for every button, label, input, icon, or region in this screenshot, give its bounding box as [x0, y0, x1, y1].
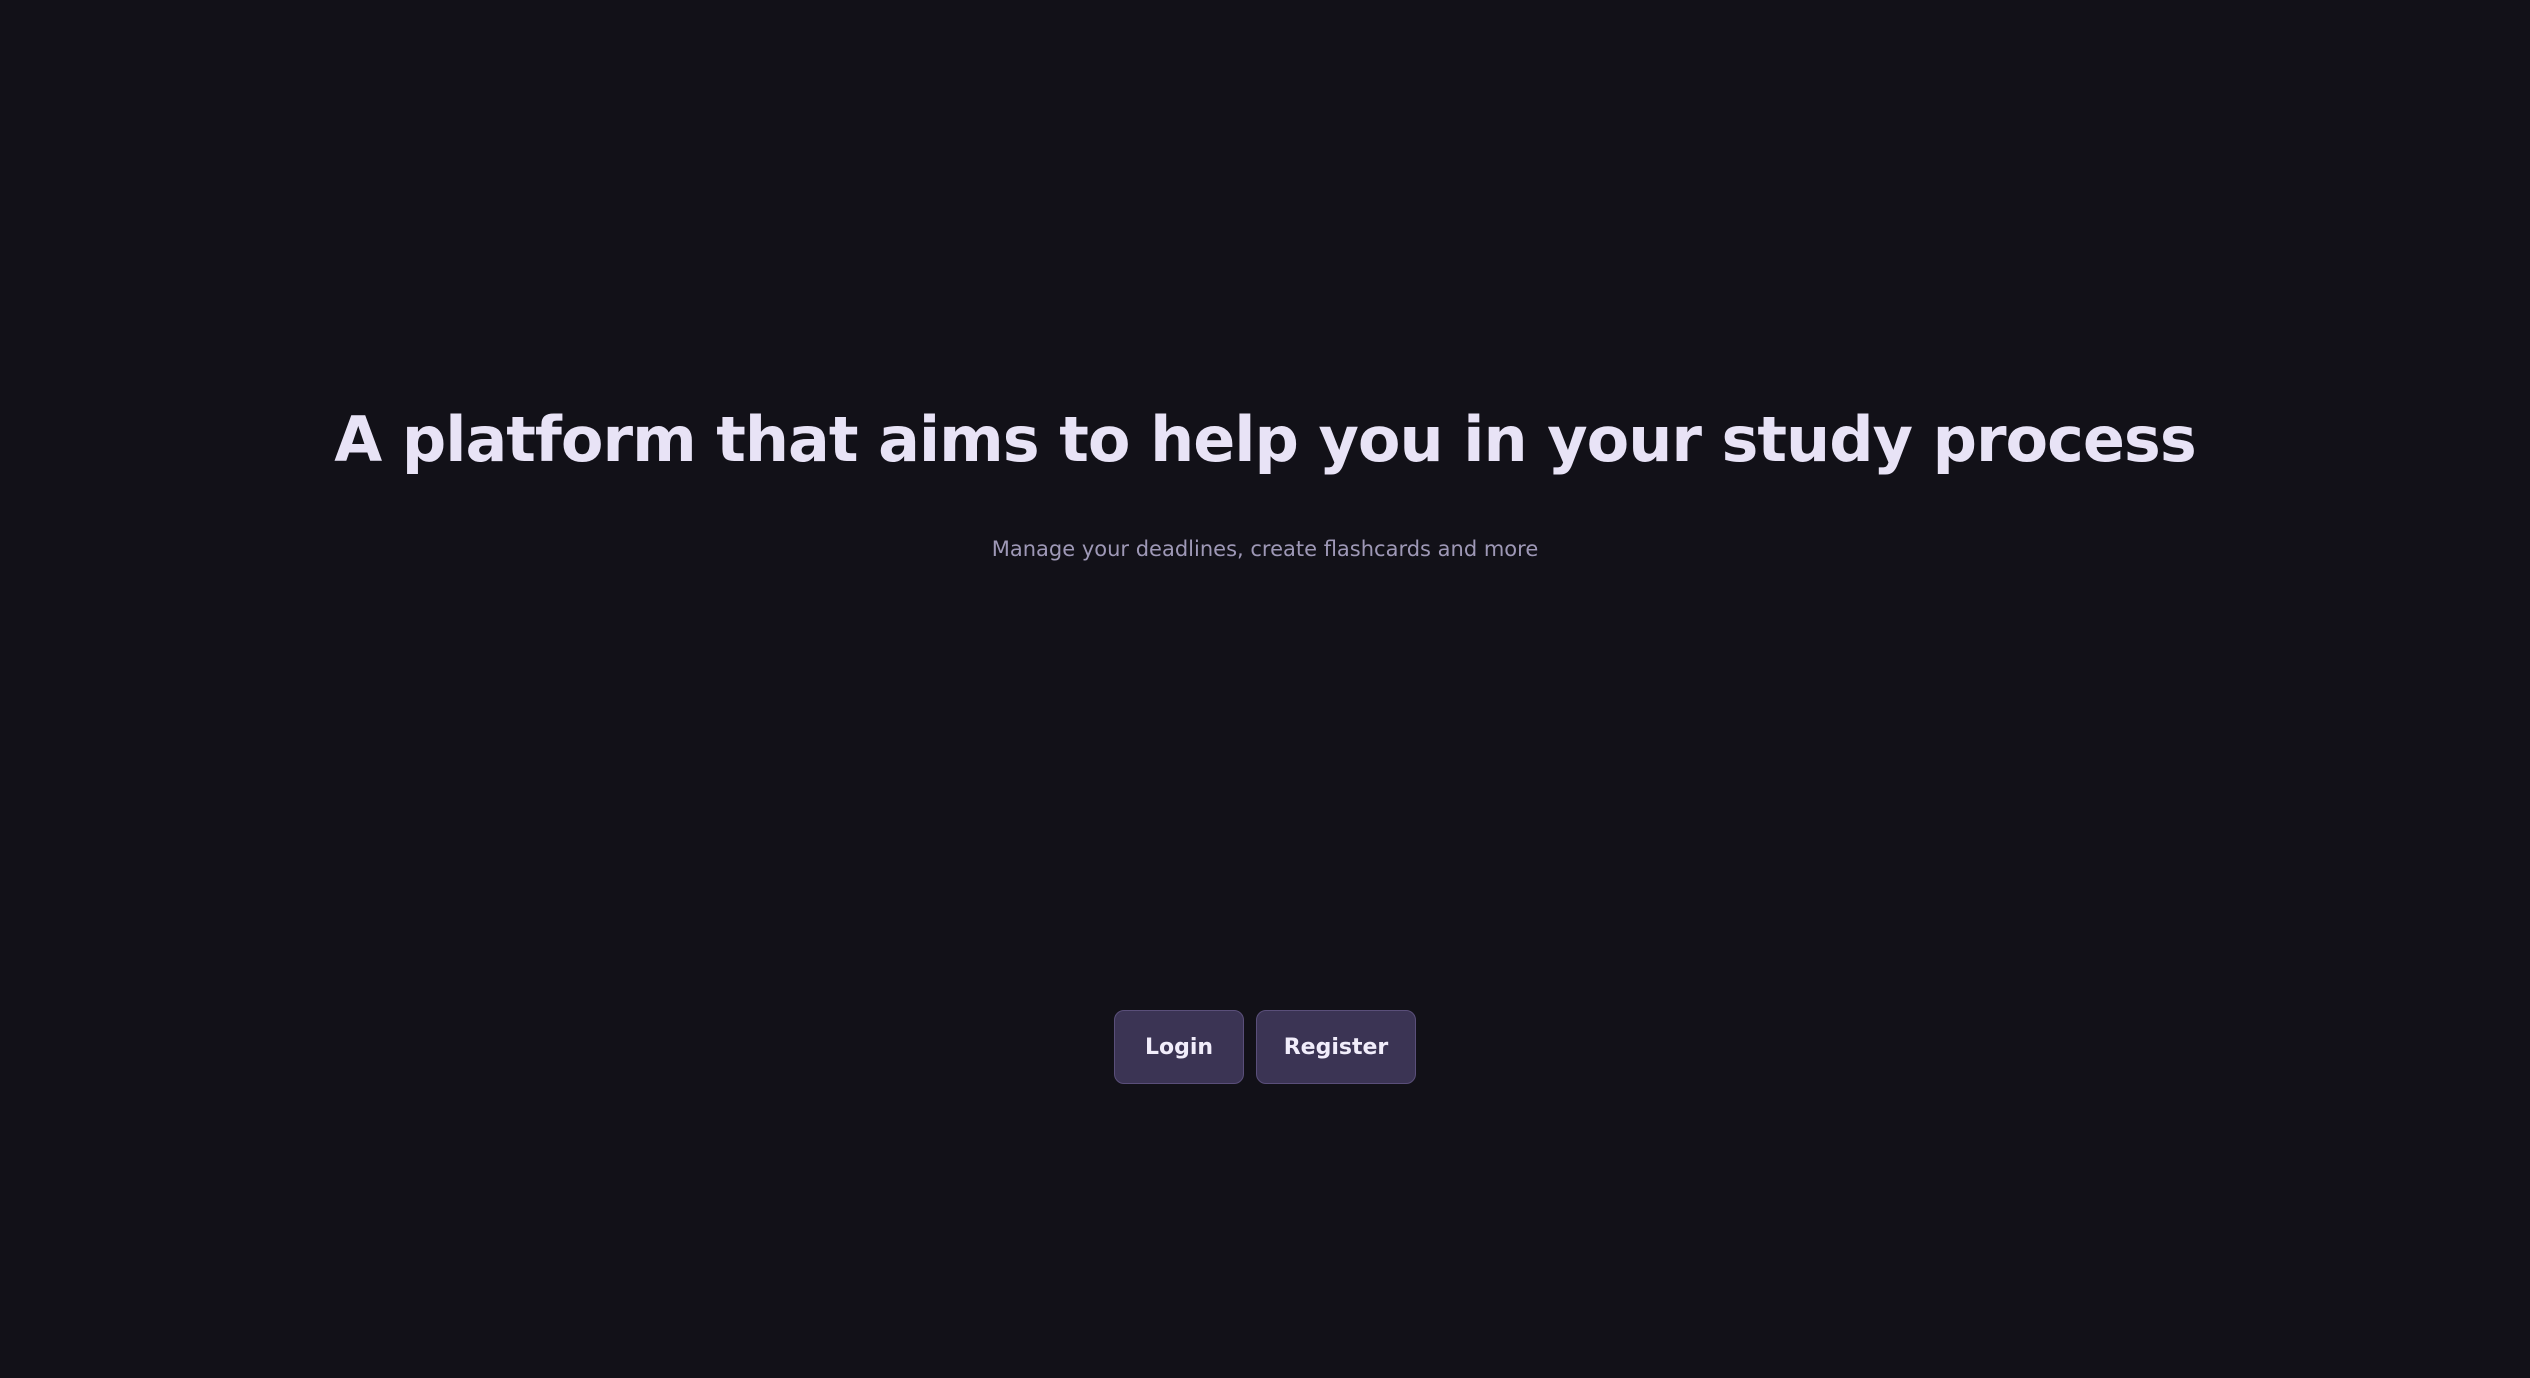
- hero-section: A platform that aims to help you in your…: [0, 0, 2530, 1378]
- auth-actions: Login Register: [0, 1010, 2530, 1084]
- login-button[interactable]: Login: [1114, 1010, 1244, 1084]
- register-button[interactable]: Register: [1256, 1010, 1416, 1084]
- hero-headline: A platform that aims to help you in your…: [334, 403, 2197, 476]
- hero-subtitle: Manage your deadlines, create flashcards…: [991, 537, 1539, 561]
